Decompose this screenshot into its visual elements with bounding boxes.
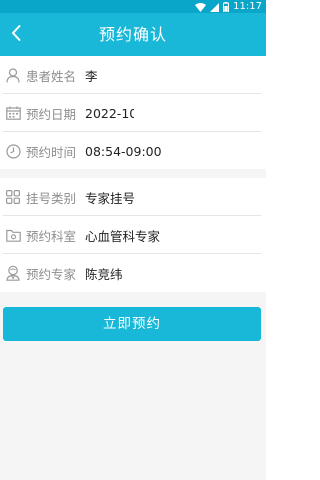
- list-item: 挂号类别 专家挂号: [0, 178, 266, 216]
- status-time: 11:17: [233, 1, 262, 12]
- grid-icon: [0, 178, 26, 216]
- list-item: 预约日期 2022-10-: [0, 94, 266, 132]
- row-label: 预约科室: [26, 228, 77, 244]
- status-bar: 11:17: [0, 0, 266, 13]
- list-item: 预约时间 08:54-09:00: [0, 132, 266, 170]
- row-value: 专家挂号: [85, 190, 136, 206]
- status-icons: 11:17: [195, 0, 262, 13]
- row-label: 预约时间: [26, 144, 77, 160]
- clock-icon: [0, 132, 26, 170]
- list-item: 预约科室 心血管科专家: [0, 216, 266, 254]
- chevron-left-icon: [10, 24, 22, 46]
- person-icon: [0, 56, 26, 94]
- row-value: 李: [85, 68, 98, 84]
- row-label: 预约日期: [26, 106, 77, 122]
- row-value: 2022-10-: [85, 105, 134, 121]
- row-label: 预约专家: [26, 266, 77, 282]
- registration-info-section: 挂号类别 专家挂号 预约科室 心血管科专家 预约专家 陈竞纬: [0, 178, 266, 292]
- row-value: 08:54-09:00: [85, 143, 162, 159]
- page-title: 预约确认: [98, 25, 167, 44]
- row-label: 患者姓名: [26, 68, 77, 84]
- row-value: 心血管科专家: [85, 228, 161, 244]
- book-now-button[interactable]: 立即预约: [3, 307, 261, 341]
- row-label: 挂号类别: [26, 190, 77, 206]
- back-button[interactable]: [0, 13, 32, 56]
- row-value: 陈竞纬: [85, 266, 123, 282]
- doctor-icon: [0, 254, 26, 292]
- calendar-icon: [0, 94, 26, 132]
- app-bar: 预约确认: [0, 13, 266, 56]
- section-divider: [0, 169, 266, 178]
- patient-info-section: 患者姓名 李 预约日期 2022-10- 预约时间 08:54-09:00: [0, 56, 266, 170]
- list-item: 预约专家 陈竞纬: [0, 254, 266, 292]
- list-item: 患者姓名 李: [0, 56, 266, 94]
- folder-icon: [0, 216, 26, 254]
